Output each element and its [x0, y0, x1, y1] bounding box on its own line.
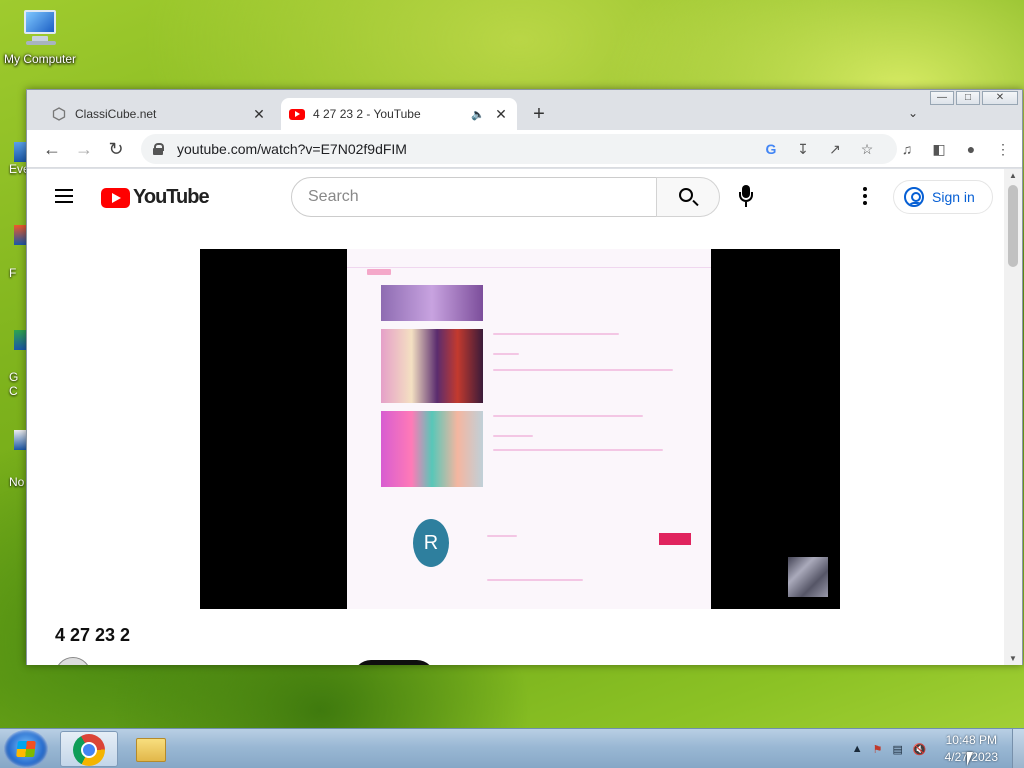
taskbar-chrome[interactable]	[60, 731, 118, 767]
channel-watermark[interactable]	[788, 557, 828, 597]
lock-icon[interactable]	[153, 143, 164, 155]
youtube-logo[interactable]: YouTube	[101, 186, 210, 209]
reload-button[interactable]: ↻	[105, 138, 127, 160]
youtube-page: YouTube Search Sign in R 4 27 23 2	[27, 169, 1005, 665]
frame-line	[493, 333, 619, 335]
sign-in-label: Sign in	[932, 189, 975, 205]
mouse-cursor	[967, 752, 979, 766]
video-title: 4 27 23 2	[55, 625, 131, 645]
close-tab-icon[interactable]: ✕	[493, 106, 509, 123]
bookmark-star-icon[interactable]: ☆	[855, 134, 879, 164]
taskbar: ▲ ⚑ ▤ 🔇 10:48 PM 4/27/2023	[0, 728, 1024, 768]
frame-line	[487, 535, 517, 537]
network-icon[interactable]: ▤	[893, 743, 903, 756]
address-bar[interactable]: youtube.com/watch?v=E7N02f9dFIM G ↧ ↗ ☆	[141, 134, 897, 164]
tab-classicube[interactable]: ClassiCube.net ✕	[43, 98, 275, 130]
system-tray: ▲ ⚑ ▤ 🔇 10:48 PM 4/27/2023	[852, 729, 1004, 768]
browser-toolbar: ← → ↻ youtube.com/watch?v=E7N02f9dFIM G …	[27, 130, 1022, 168]
url-text: youtube.com/watch?v=E7N02f9dFIM	[177, 141, 407, 157]
search-button[interactable]	[656, 177, 720, 217]
frame-thumbnail	[381, 329, 483, 403]
new-tab-button[interactable]: +	[527, 104, 551, 124]
frame-avatar: R	[413, 519, 449, 567]
frame-thumbnail	[381, 285, 483, 321]
install-icon[interactable]: ↧	[791, 134, 815, 164]
folder-icon	[136, 738, 166, 762]
desktop-icon-label: No	[9, 475, 25, 489]
speaker-icon[interactable]: 🔈	[469, 108, 487, 121]
search-icon	[679, 188, 693, 202]
search-input[interactable]: Search	[291, 177, 657, 217]
chrome-icon	[73, 734, 105, 766]
computer-icon	[18, 8, 62, 48]
back-button[interactable]: ←	[41, 138, 63, 160]
forward-button[interactable]: →	[73, 138, 95, 160]
browser-window: — □ ✕ ClassiCube.net ✕ 4 27 23 2 - YouTu…	[26, 89, 1023, 665]
frame-divider	[347, 267, 711, 268]
frame-thumbnail	[381, 411, 483, 487]
frame-line	[493, 449, 663, 451]
share-icon[interactable]: ↗	[823, 134, 847, 164]
user-icon	[904, 187, 924, 207]
chevron-down-icon[interactable]: ⌄	[908, 106, 918, 120]
google-lens-icon[interactable]: G	[759, 134, 783, 164]
menu-kebab-icon[interactable]: ⋮	[991, 138, 1015, 160]
show-desktop-button[interactable]	[1012, 729, 1024, 768]
settings-kebab-icon[interactable]	[863, 187, 867, 208]
frame-line	[493, 415, 643, 417]
show-hidden-icons[interactable]: ▲	[852, 743, 863, 755]
desktop-icon-label: G C	[9, 370, 19, 398]
frame-logo	[367, 269, 391, 275]
page-scrollbar[interactable]: ▲ ▼	[1004, 169, 1022, 665]
desktop-icon-label: My Computer	[3, 52, 77, 66]
frame-line	[493, 353, 519, 355]
scroll-down-icon[interactable]: ▼	[1009, 654, 1017, 663]
taskbar-explorer[interactable]	[122, 731, 180, 767]
subscribe-button[interactable]	[353, 660, 435, 665]
scroll-thumb[interactable]	[1008, 185, 1018, 267]
desktop-icon-label: F	[9, 266, 17, 280]
sign-in-button[interactable]: Sign in	[893, 180, 993, 214]
video-frame: R	[347, 249, 711, 609]
youtube-icon	[289, 106, 305, 122]
hamburger-menu-icon[interactable]	[55, 189, 73, 203]
clock-time: 10:48 PM	[945, 733, 997, 747]
frame-line	[487, 579, 583, 581]
youtube-logo-text: YouTube	[133, 186, 210, 208]
microphone-icon[interactable]	[737, 185, 755, 209]
desktop-icon-my-computer[interactable]: My Computer	[2, 8, 78, 66]
frame-button	[659, 533, 691, 545]
media-controls-icon[interactable]: ♫	[895, 138, 919, 160]
video-player[interactable]: R	[200, 249, 840, 609]
start-button[interactable]	[4, 730, 48, 768]
close-tab-icon[interactable]: ✕	[251, 106, 267, 123]
tab-strip: ClassiCube.net ✕ 4 27 23 2 - YouTube 🔈 ✕…	[27, 98, 1022, 130]
volume-muted-icon[interactable]: 🔇	[913, 743, 927, 756]
side-panel-icon[interactable]: ◧	[927, 138, 951, 160]
tab-title: ClassiCube.net	[75, 107, 157, 121]
channel-avatar[interactable]	[55, 657, 91, 665]
frame-line	[493, 369, 673, 371]
tab-youtube[interactable]: 4 27 23 2 - YouTube 🔈 ✕	[281, 98, 517, 130]
hexagon-icon	[51, 106, 67, 122]
profile-icon[interactable]: ●	[959, 138, 983, 160]
youtube-play-icon	[101, 187, 130, 208]
tab-title: 4 27 23 2 - YouTube	[313, 107, 421, 121]
scroll-up-icon[interactable]: ▲	[1009, 171, 1017, 180]
action-center-flag-icon[interactable]: ⚑	[873, 743, 883, 756]
frame-line	[493, 435, 533, 437]
